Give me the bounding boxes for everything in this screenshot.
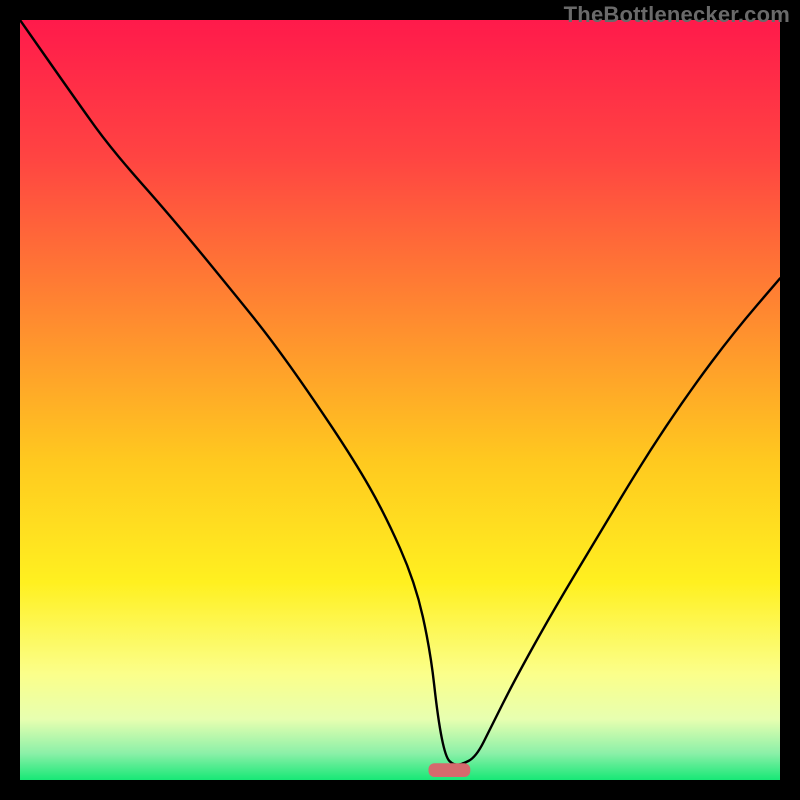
chart-frame: TheBottlenecker.com <box>0 0 800 800</box>
chart-svg <box>20 20 780 780</box>
watermark-text: TheBottlenecker.com <box>564 2 790 28</box>
target-marker <box>429 763 471 777</box>
gradient-background <box>20 20 780 780</box>
plot-area <box>20 20 780 780</box>
